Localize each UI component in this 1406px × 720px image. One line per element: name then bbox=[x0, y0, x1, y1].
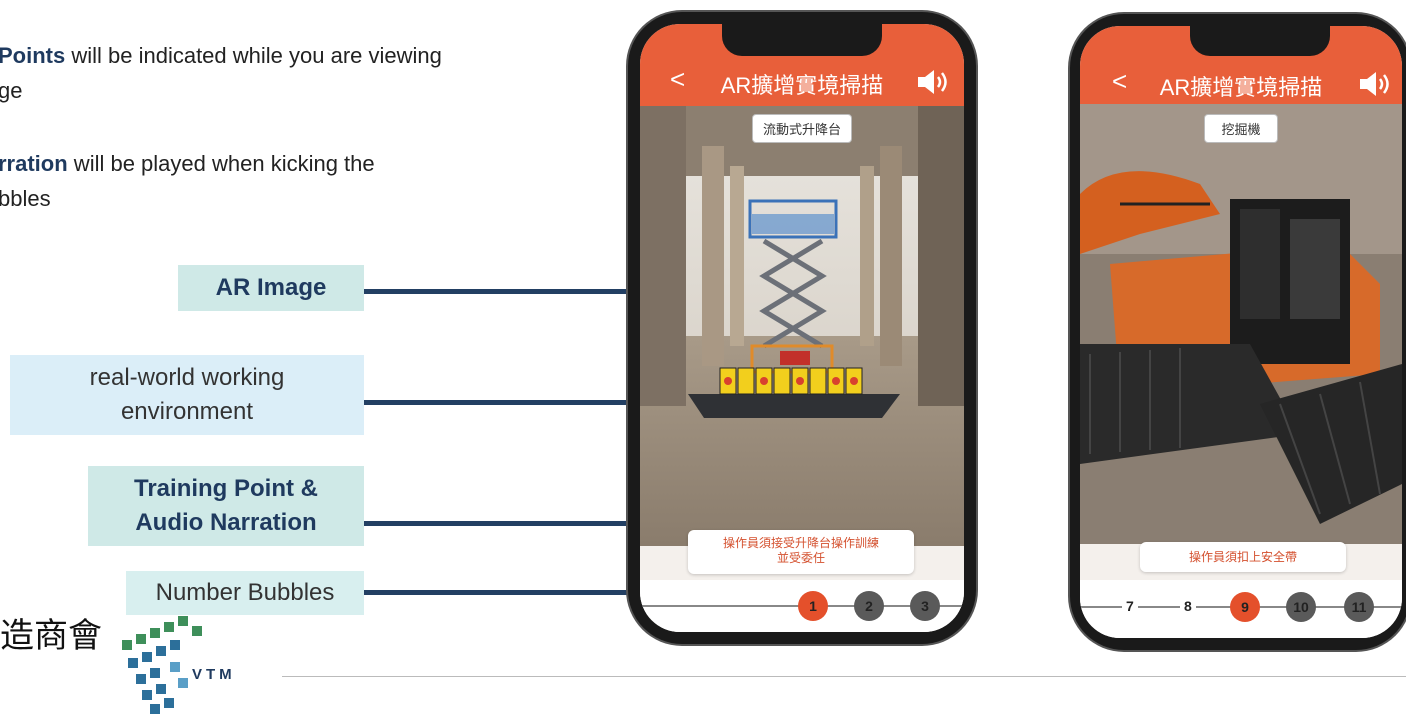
phone-notch-2 bbox=[1190, 26, 1330, 56]
number-bubble-bar: 1 2 3 bbox=[640, 580, 964, 632]
speaker-icon[interactable] bbox=[916, 68, 950, 96]
training-caption-2[interactable]: 操作員須扣上安全帶 bbox=[1140, 542, 1346, 572]
phone-mockup-2: < AR擴增實境掃描 挖掘機 操作員須扣上安全帶 7 8 9 10 11 bbox=[1070, 14, 1406, 650]
vtm-logo-icon bbox=[122, 616, 202, 714]
number-bubble-1[interactable]: 1 bbox=[798, 591, 828, 621]
bullet-line-2: ge bbox=[0, 78, 23, 103]
speaker-icon[interactable] bbox=[1358, 70, 1392, 98]
ar-image-label: AR Image bbox=[178, 265, 364, 311]
ar-object-tag: 流動式升降台 bbox=[752, 114, 852, 143]
number-bubble-9[interactable]: 9 bbox=[1230, 592, 1260, 622]
number-bubble-3[interactable]: 3 bbox=[910, 591, 940, 621]
number-bubbles-label: Number Bubbles bbox=[126, 571, 364, 615]
training-caption[interactable]: 操作員須接受升降台操作訓練 並受委任 bbox=[688, 530, 914, 574]
phone-screen-2: < AR擴增實境掃描 挖掘機 操作員須扣上安全帶 7 8 9 10 11 bbox=[1080, 26, 1402, 638]
bullet-line-4: bbles bbox=[0, 186, 51, 211]
number-bubble-10[interactable]: 10 bbox=[1286, 592, 1316, 622]
number-7[interactable]: 7 bbox=[1122, 598, 1138, 614]
number-bubble-bar-2: 7 8 9 10 11 bbox=[1080, 580, 1402, 638]
ar-camera-scene bbox=[640, 106, 964, 546]
footer-divider bbox=[282, 676, 1406, 677]
phone-mockup-1: < AR擴增實境掃描 流動式升降台 操作員須接受升降台操作訓練 並受委任 1 2… bbox=[628, 12, 976, 644]
bullet-line-3: rration will be played when kicking the bbox=[0, 151, 375, 176]
app-title-2: AR擴增實境掃描 bbox=[1159, 75, 1323, 100]
training-point-label: Training Point & Audio Narration bbox=[88, 466, 364, 546]
ar-object-tag-2: 挖掘機 bbox=[1204, 114, 1278, 143]
bullet-line-1: Points will be indicated while you are v… bbox=[0, 43, 442, 68]
organization-name-fragment: 造商會 bbox=[0, 616, 102, 656]
number-8[interactable]: 8 bbox=[1180, 598, 1196, 614]
instructions-text: Points will be indicated while you are v… bbox=[0, 38, 600, 216]
ar-camera-scene-2 bbox=[1080, 104, 1402, 544]
phone-notch bbox=[722, 24, 882, 56]
phone-screen-1: < AR擴增實境掃描 流動式升降台 操作員須接受升降台操作訓練 並受委任 1 2… bbox=[640, 24, 964, 632]
vtm-logo-text: VTM bbox=[192, 666, 236, 683]
number-bubble-11[interactable]: 11 bbox=[1344, 592, 1374, 622]
environment-label: real-world working environment bbox=[10, 355, 364, 435]
number-bubble-2[interactable]: 2 bbox=[854, 591, 884, 621]
